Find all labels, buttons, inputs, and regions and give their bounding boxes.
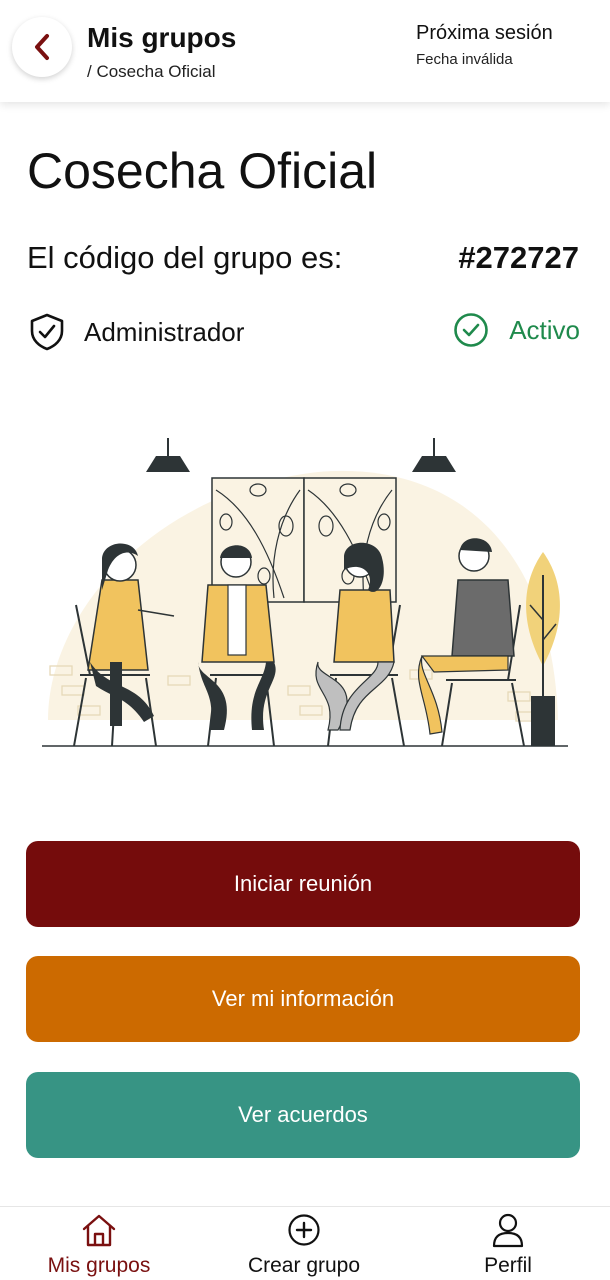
plus-circle-icon <box>288 1214 320 1246</box>
role-label: Administrador <box>84 316 245 347</box>
group-meeting-illustration <box>42 438 568 747</box>
start-meeting-button[interactable]: Iniciar reunión <box>26 841 580 927</box>
page-title: Mis grupos <box>87 22 237 53</box>
chevron-left-icon <box>35 34 49 60</box>
next-session-value: Fecha inválida <box>416 51 513 68</box>
check-circle-icon <box>454 313 488 347</box>
nav-label-create-group: Crear grupo <box>247 1254 361 1277</box>
breadcrumb[interactable]: / Cosecha Oficial <box>87 62 216 82</box>
next-session-label: Próxima sesión <box>416 22 553 44</box>
home-icon <box>82 1214 116 1247</box>
nav-item-profile[interactable]: Perfil <box>478 1207 538 1280</box>
view-my-info-button[interactable]: Ver mi información <box>26 956 580 1042</box>
bottom-navigation: Mis grupos Crear grupo Perfil <box>0 1206 610 1280</box>
back-button[interactable] <box>12 17 72 77</box>
next-session: Próxima sesión Fecha inválida <box>416 22 576 68</box>
user-icon <box>492 1213 524 1248</box>
nav-label-my-groups: Mis grupos <box>47 1254 151 1277</box>
group-name: Cosecha Oficial <box>27 143 378 199</box>
group-code-label: El código del grupo es: <box>27 240 343 275</box>
role-row: Administrador <box>28 312 244 352</box>
nav-item-create-group[interactable]: Crear grupo <box>244 1207 364 1280</box>
view-agreements-button[interactable]: Ver acuerdos <box>26 1072 580 1158</box>
status-row: Activo <box>453 312 580 348</box>
top-header: Mis grupos / Cosecha Oficial Próxima ses… <box>0 0 610 102</box>
group-code-value: #272727 <box>458 240 579 275</box>
nav-label-profile: Perfil <box>484 1254 532 1277</box>
status-label: Activo <box>509 314 580 345</box>
nav-item-my-groups[interactable]: Mis grupos <box>40 1207 158 1280</box>
shield-check-icon <box>30 313 64 351</box>
